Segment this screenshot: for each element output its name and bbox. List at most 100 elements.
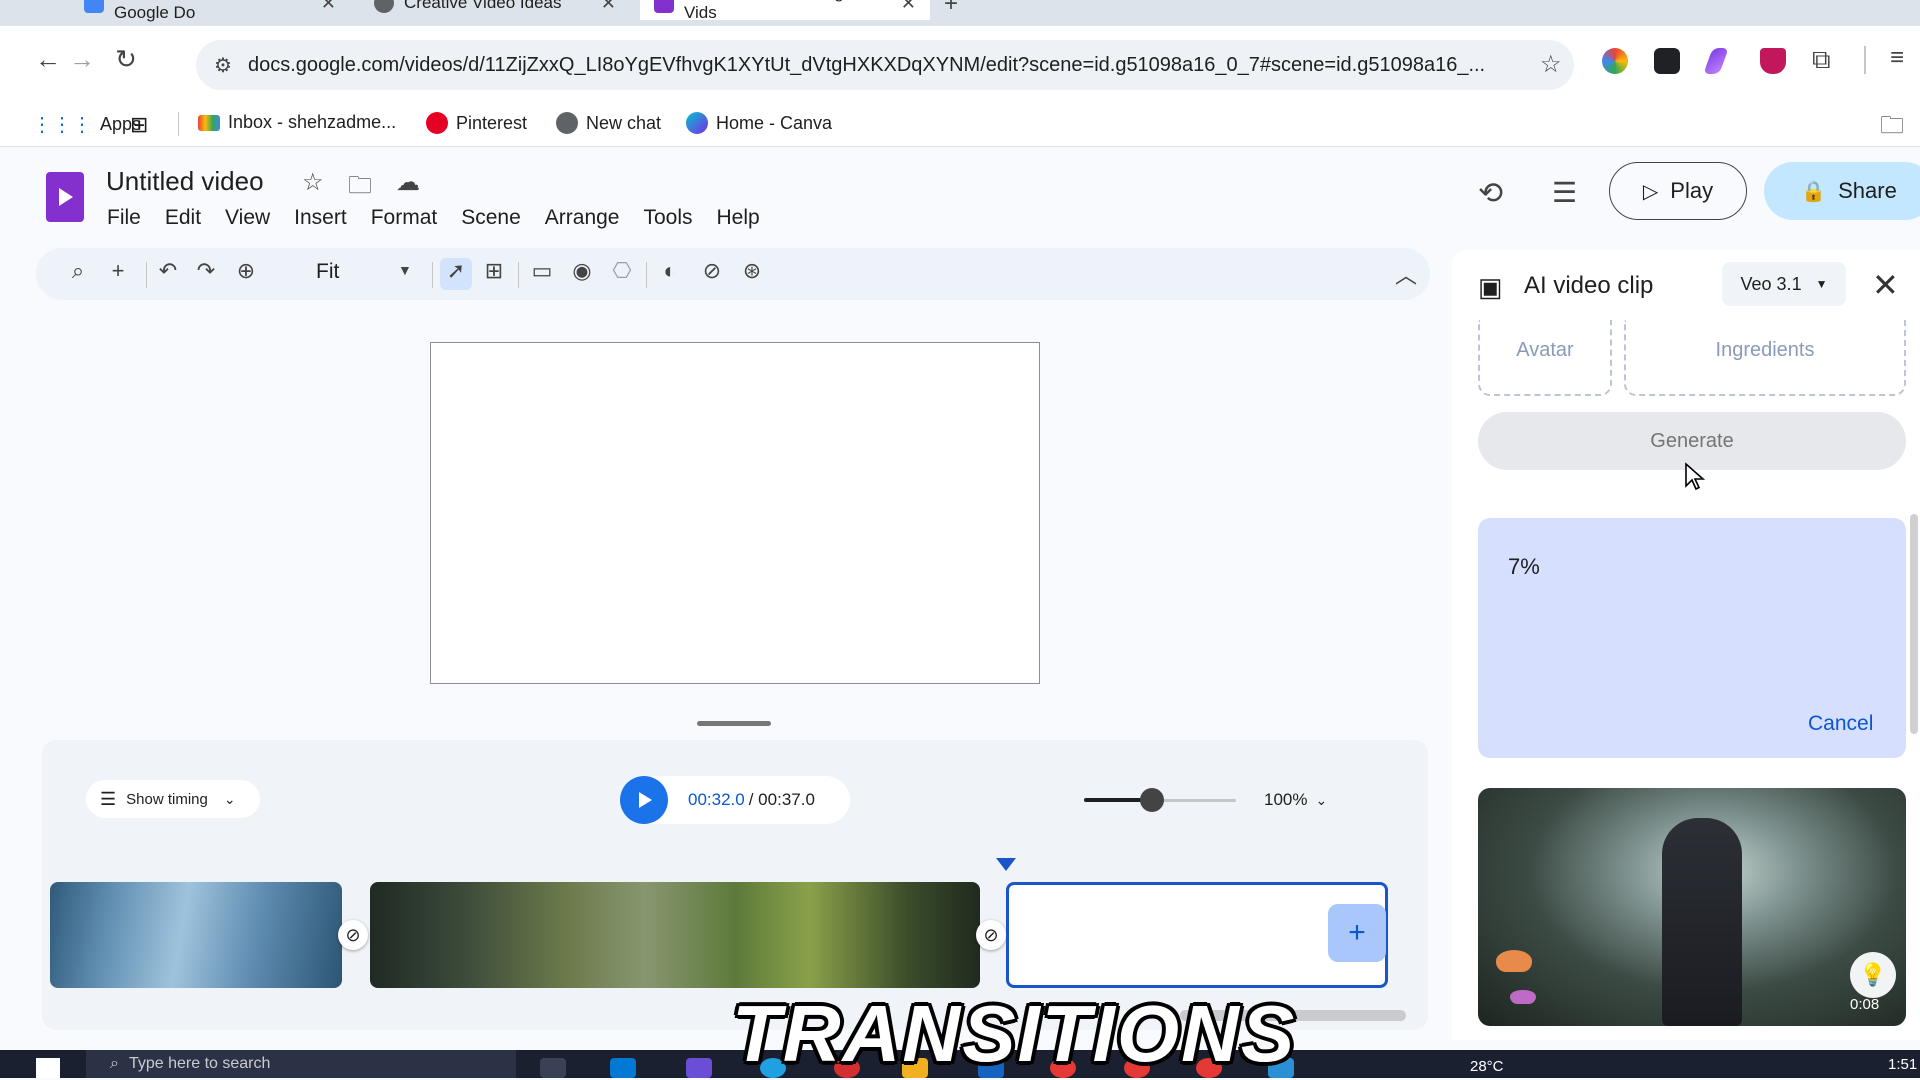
system-clock[interactable]: 1:51 [1888,1056,1917,1073]
vids-logo-icon[interactable] [46,172,84,222]
bookmark-new-chat[interactable]: New chat [556,112,661,134]
panel-scrollbar[interactable] [1910,514,1918,734]
docs-icon [84,0,104,13]
select-cursor-icon[interactable]: ➚ [440,258,472,290]
bookmark-apps[interactable]: ⋮⋮⋮ Apps [32,112,141,137]
palette-icon[interactable]: ◉ [566,258,598,284]
app-icon[interactable] [610,1058,636,1078]
redo-icon[interactable]: ↷ [190,258,222,284]
cancel-button[interactable]: Cancel [1808,712,1873,736]
mouse-cursor-icon [1685,462,1706,491]
menu-format[interactable]: Format [371,206,438,230]
fill-color-icon[interactable]: ◐ [654,258,686,284]
lightbulb-icon[interactable]: 💡 [1850,952,1896,998]
bookmark-label: Inbox - shehzadme... [228,112,397,132]
image-icon[interactable]: ▭ [526,258,558,284]
divider [178,112,179,136]
version-history-icon[interactable]: ⟲ [1478,176,1503,211]
scene-canvas[interactable] [430,342,1040,684]
forward-icon[interactable]: → [64,44,100,75]
search-icon[interactable]: ⌕ [62,258,94,284]
zoom-percent-select[interactable]: 100% ⌄ [1264,790,1327,810]
new-tab-icon[interactable]: + [944,0,958,18]
extension-icon[interactable] [1703,48,1729,74]
menu-insert[interactable]: Insert [294,206,347,230]
transition-icon[interactable]: ⊘ [696,258,728,284]
add-scene-button[interactable]: + [1328,904,1386,962]
chatgpt-icon [556,112,578,134]
shield-extension-icon[interactable] [1760,48,1786,74]
undo-icon[interactable]: ↶ [152,258,184,284]
cloud-saved-icon[interactable]: ☁ [396,168,420,197]
close-icon[interactable]: ✕ [1872,266,1899,304]
avatar-option[interactable]: Avatar [1478,320,1612,396]
bookmark-star-icon[interactable]: ☆ [1540,50,1562,79]
tab-groups-icon[interactable]: ⊞ [130,112,148,138]
windows-start-icon[interactable] [36,1058,60,1078]
back-icon[interactable]: ← [30,44,66,75]
paint-format-icon[interactable]: ⎔ [606,258,638,284]
close-icon[interactable]: ✕ [601,0,616,14]
url-text[interactable]: docs.google.com/videos/d/11ZijZxxQ_LI8oY… [248,54,1518,77]
task-view-icon[interactable] [540,1058,566,1078]
app-icon[interactable] [686,1058,712,1078]
browser-tab-ideas[interactable]: Creative Video Ideas ✕ [360,0,630,20]
animation-icon[interactable]: ⊛ [736,258,768,284]
extension-icon[interactable] [1602,48,1628,74]
menu-edit[interactable]: Edit [165,206,201,230]
scene-clip[interactable] [50,882,342,988]
zoom-icon[interactable]: ⊕ [230,258,262,284]
close-icon[interactable]: ✕ [901,0,916,14]
taskbar-search[interactable]: ⌕ Type here to search [86,1050,516,1078]
resize-handle[interactable] [697,721,771,726]
menu-scene[interactable]: Scene [461,206,521,230]
extension-icon[interactable] [1654,48,1680,74]
browser-tab-docs[interactable]: Untitled document - Google Do ✕ [70,0,350,22]
clip-duration: 0:08 [1850,996,1880,1013]
play-label: Play [1670,178,1714,203]
omnibox[interactable]: ⚙ docs.google.com/videos/d/11ZijZxxQ_LI8… [196,40,1574,90]
bookmark-inbox[interactable]: Inbox - shehzadme... [198,112,396,133]
zoom-select[interactable]: Fit [316,260,339,284]
site-info-icon[interactable]: ⚙ [214,53,232,78]
ingredients-option[interactable]: Ingredients [1624,320,1906,396]
playhead-marker[interactable] [996,858,1016,871]
show-timing-button[interactable]: ☰ Show timing ⌄ [86,780,260,818]
menu-arrange[interactable]: Arrange [545,206,620,230]
chevron-down-icon[interactable]: ▼ [398,262,412,278]
puzzle-icon[interactable]: ⧉ [1812,44,1831,76]
search-icon: ⌕ [110,1055,119,1072]
document-title[interactable]: Untitled video [106,166,264,197]
add-icon[interactable]: + [102,258,134,284]
transition-icon[interactable]: ⊘ [976,920,1006,950]
browser-tab-vids[interactable]: Untitled video - Google Vids ✕ [640,0,930,22]
share-button[interactable]: 🔒 Share [1764,162,1920,220]
comments-icon[interactable]: ☰ [1552,176,1577,209]
play-icon [639,792,652,808]
move-folder-icon[interactable]: 🗀 [348,168,372,209]
collapse-toolbar-icon[interactable]: ︿ [1390,258,1422,290]
bookmark-canva[interactable]: Home - Canva [686,112,832,134]
tab-label: Untitled document - Google Do [114,0,261,22]
menu-view[interactable]: View [225,206,270,230]
scene-clip[interactable] [370,882,980,988]
close-icon[interactable]: ✕ [321,0,336,14]
menu-help[interactable]: Help [717,206,760,230]
weather-temp[interactable]: 28°C [1470,1058,1504,1075]
menu-tools[interactable]: Tools [643,206,692,230]
folder-icon[interactable]: 🗀 [1880,108,1904,149]
search-placeholder: Type here to search [128,1055,271,1072]
transition-icon[interactable]: ⊘ [338,920,368,950]
current-time: 00:32.0 [688,790,745,809]
text-box-icon[interactable]: ⊞ [478,258,510,284]
star-icon[interactable]: ☆ [302,168,324,197]
menu-file[interactable]: File [107,206,141,230]
timeline-play-button[interactable] [620,776,668,824]
reload-icon[interactable]: ↻ [108,44,144,75]
timing-icon: ☰ [100,788,117,809]
model-select[interactable]: Veo 3.1 ▼ [1722,262,1846,306]
play-icon: ▷ [1642,180,1659,203]
bookmark-pinterest[interactable]: Pinterest [426,112,527,134]
reading-list-icon[interactable]: ≡ [1890,44,1904,72]
play-button[interactable]: ▷ Play [1609,162,1747,220]
